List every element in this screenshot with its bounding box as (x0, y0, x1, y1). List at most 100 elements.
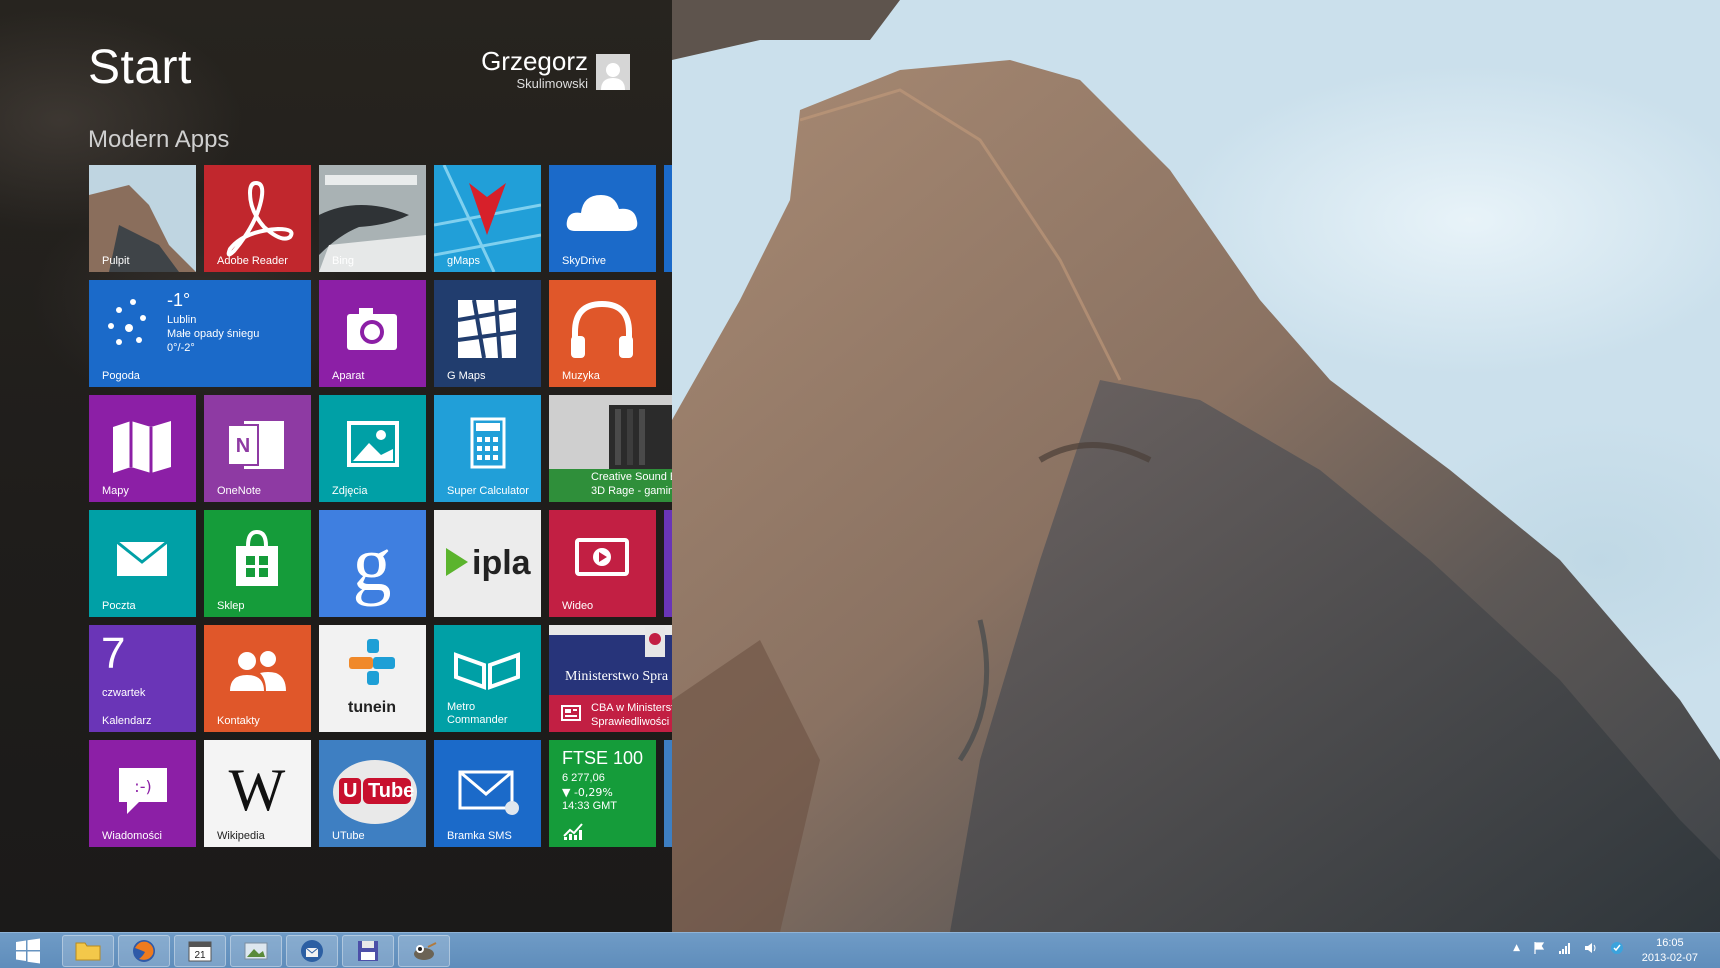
news-icon (561, 705, 581, 721)
tile-metro-commander[interactable]: Metro Commander (434, 625, 541, 732)
tile-g-maps[interactable]: G Maps (434, 280, 541, 387)
creative-line-2: 3D Rage - gamin (591, 485, 672, 497)
weather-temperature: -1° (167, 290, 191, 310)
taskbar-explorer[interactable] (62, 935, 114, 967)
tile-pulpit[interactable]: Pulpit (89, 165, 196, 272)
firefox-icon (133, 940, 155, 962)
gimp-icon (414, 942, 437, 960)
creative-line-1: Creative Sound B (591, 471, 672, 483)
tile-ftse[interactable]: FTSE 100 6 277,06 ▼ -0,29% 14:33 GMT (549, 740, 656, 847)
tile-wideo[interactable]: Wideo (549, 510, 656, 617)
tile-partial-row4[interactable] (664, 510, 672, 617)
tile-bing[interactable]: Bing (319, 165, 426, 272)
tile-muzyka[interactable]: Muzyka (549, 280, 656, 387)
tile-label: SkyDrive (562, 255, 607, 267)
ftse-value: 6 277,06 (562, 772, 605, 784)
tile-label: Metro Commander (447, 701, 508, 726)
picture-icon (244, 942, 268, 960)
tile-adobe-reader[interactable]: Adobe Reader (204, 165, 311, 272)
tile-google[interactable]: g (319, 510, 426, 617)
tile-wikipedia[interactable]: W Wikipedia (204, 740, 311, 847)
taskbar-thunderbird[interactable] (286, 935, 338, 967)
floppy-disk-icon (358, 941, 378, 961)
tile-zdjecia[interactable]: Zdjęcia (319, 395, 426, 502)
tile-utube[interactable]: U Tube UTube (319, 740, 426, 847)
user-first-name[interactable]: Grzegorz (481, 46, 588, 77)
tile-label: Super Calculator (447, 485, 529, 497)
taskbar-floppy-app[interactable] (342, 935, 394, 967)
calendar-day-number: 7 (101, 629, 126, 678)
weather-range: 0°/-2° (167, 342, 195, 354)
tile-partial-row1[interactable] (664, 165, 672, 272)
user-avatar-icon[interactable] (596, 54, 630, 90)
thunderbird-icon (301, 940, 323, 962)
action-center-flag-icon[interactable] (1532, 941, 1546, 955)
tile-onenote[interactable]: N OneNote (204, 395, 311, 502)
svg-text::-): :-) (134, 777, 151, 796)
ftse-time: 14:33 GMT (562, 800, 618, 812)
tile-label: Sklep (217, 600, 245, 612)
tile-label: Aparat (332, 370, 365, 382)
tile-ipla[interactable]: ipla (434, 510, 541, 617)
ftse-title: FTSE 100 (562, 748, 644, 768)
system-tray: ▲ (1513, 941, 1624, 955)
taskbar-clock[interactable]: 16:05 2013-02-07 (1642, 936, 1698, 966)
news-line-2: Sprawiedliwości (591, 716, 670, 728)
tile-super-calculator[interactable]: Super Calculator (434, 395, 541, 502)
calendar-icon: 21 (188, 941, 212, 962)
tile-label: gMaps (447, 255, 481, 267)
tile-label: Pulpit (102, 255, 130, 267)
taskbar-firefox[interactable] (118, 935, 170, 967)
tunein-logo-text: tunein (348, 699, 396, 716)
tile-kontakty[interactable]: Kontakty (204, 625, 311, 732)
tile-sklep[interactable]: Sklep (204, 510, 311, 617)
taskbar-calendar[interactable]: 21 (174, 935, 226, 967)
start-title: Start (88, 41, 192, 94)
tile-label: UTube (332, 830, 365, 842)
tile-creative-sound[interactable]: Creative Sound B 3D Rage - gamin (549, 395, 672, 502)
tile-gmaps[interactable]: gMaps (434, 165, 541, 272)
tile-wiadomosci[interactable]: :-) Wiadomości (89, 740, 196, 847)
ftse-change: ▼ -0,29% (562, 786, 613, 799)
tile-aparat[interactable]: Aparat (319, 280, 426, 387)
google-g-icon: g (353, 520, 392, 607)
utube-logo-u: U (343, 780, 358, 802)
folder-icon (75, 942, 101, 961)
start-button[interactable] (6, 935, 50, 967)
tile-mapy[interactable]: Mapy (89, 395, 196, 502)
ipla-logo-text: ipla (472, 544, 531, 582)
news-banner-text: Ministerstwo Spra (565, 669, 669, 684)
tile-label: Bing (332, 255, 355, 267)
security-shield-icon[interactable] (1610, 941, 1624, 955)
tile-bramka-sms[interactable]: Bramka SMS (434, 740, 541, 847)
weather-description: Małe opady śniegu (167, 328, 260, 340)
news-line-1: CBA w Ministerst (591, 702, 672, 714)
tile-kalendarz[interactable]: 7 czwartek Kalendarz (89, 625, 196, 732)
user-last-name[interactable]: Skulimowski (516, 76, 588, 91)
taskbar-photo-viewer[interactable] (230, 935, 282, 967)
tile-label: Wideo (562, 600, 594, 612)
tile-label: Mapy (102, 485, 129, 497)
tile-poczta[interactable]: Poczta (89, 510, 196, 617)
taskbar-gimp[interactable] (398, 935, 450, 967)
tile-label: Zdjęcia (332, 485, 368, 497)
tile-label: G Maps (447, 370, 486, 382)
svg-text:g: g (353, 520, 392, 607)
group-title: Modern Apps (88, 126, 230, 153)
tile-skydrive[interactable]: SkyDrive (549, 165, 656, 272)
clock-date: 2013-02-07 (1641, 952, 1698, 964)
utube-logo-tube: Tube (368, 780, 415, 802)
tile-label: OneNote (217, 485, 262, 497)
network-signal-icon[interactable] (1558, 941, 1572, 955)
tile-label: Poczta (102, 600, 136, 612)
tile-news[interactable]: Ministerstwo Spra CBA w Ministerst Spraw… (549, 625, 672, 732)
tile-tunein[interactable]: tunein (319, 625, 426, 732)
calendar-icon-text: 21 (194, 950, 206, 961)
show-hidden-icons-icon[interactable]: ▲ (1513, 943, 1520, 953)
tile-pogoda[interactable]: -1° Lublin Małe opady śniegu 0°/-2° Pogo… (89, 280, 311, 387)
tile-label: Bramka SMS (447, 830, 512, 842)
volume-icon[interactable] (1584, 941, 1598, 955)
tile-partial-row6[interactable] (664, 740, 672, 847)
tile-label: Wikipedia (217, 830, 265, 842)
tile-label: Kontakty (217, 715, 260, 727)
